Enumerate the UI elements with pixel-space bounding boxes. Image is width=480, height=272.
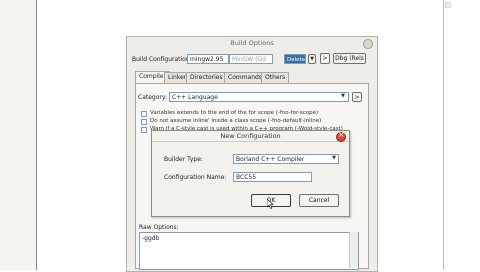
builder-type-label: Builder Type: [164, 156, 203, 163]
next-button[interactable]: > [320, 53, 330, 64]
delete-field[interactable]: Delete [284, 54, 306, 64]
category-next-button[interactable]: > [352, 92, 362, 102]
new-config-title: New Configuration [152, 131, 349, 142]
builder-type-select[interactable]: Borland C++ Compiler [233, 154, 339, 164]
category-label: Category: [138, 94, 167, 101]
build-config-field[interactable]: mingw2.95 [187, 54, 229, 64]
raw-options-label: Raw Options: [139, 224, 179, 231]
config-name-label: Configuration Name: [164, 174, 227, 181]
tab-commands[interactable]: Commands [224, 72, 266, 83]
option-checkbox[interactable] [141, 111, 147, 117]
raw-options-value: -ggdb [142, 235, 160, 242]
mouse-cursor-icon [267, 199, 274, 209]
option-label: Do not assume inline' inside a class sco… [150, 118, 322, 124]
option-checkbox[interactable] [141, 119, 147, 125]
compiler-field[interactable]: MinGW (Gd [229, 54, 273, 64]
scrollbar[interactable] [349, 232, 358, 268]
window-corner-icon [445, 2, 451, 8]
category-select[interactable]: C++ Language [169, 92, 349, 102]
background-window-left [0, 0, 37, 270]
option-checkbox[interactable] [141, 127, 147, 133]
chevron-down-icon[interactable]: ▼ [308, 54, 316, 64]
close-icon[interactable] [363, 39, 373, 49]
option-label: Variables extends to the end of the for … [150, 110, 319, 116]
background-window-right [443, 0, 480, 270]
chevron-down-icon[interactable]: ▼ [339, 93, 347, 101]
close-icon[interactable] [336, 130, 346, 142]
dbg-rels-button[interactable]: Dbg (Rels [333, 53, 366, 64]
build-config-label: Build Configuration: [132, 56, 192, 63]
dialog-title: Build Options [230, 39, 274, 47]
tab-directories[interactable]: Directories [186, 72, 227, 83]
new-configuration-dialog: New Configuration Builder Type: Borland … [151, 130, 350, 217]
chevron-down-icon[interactable]: ▼ [330, 155, 338, 163]
cancel-button[interactable]: Cancel [299, 194, 339, 207]
config-name-input[interactable]: BCC55 [233, 172, 312, 182]
tab-others[interactable]: Others [261, 72, 290, 83]
raw-options-textarea[interactable]: -ggdb [139, 232, 359, 270]
